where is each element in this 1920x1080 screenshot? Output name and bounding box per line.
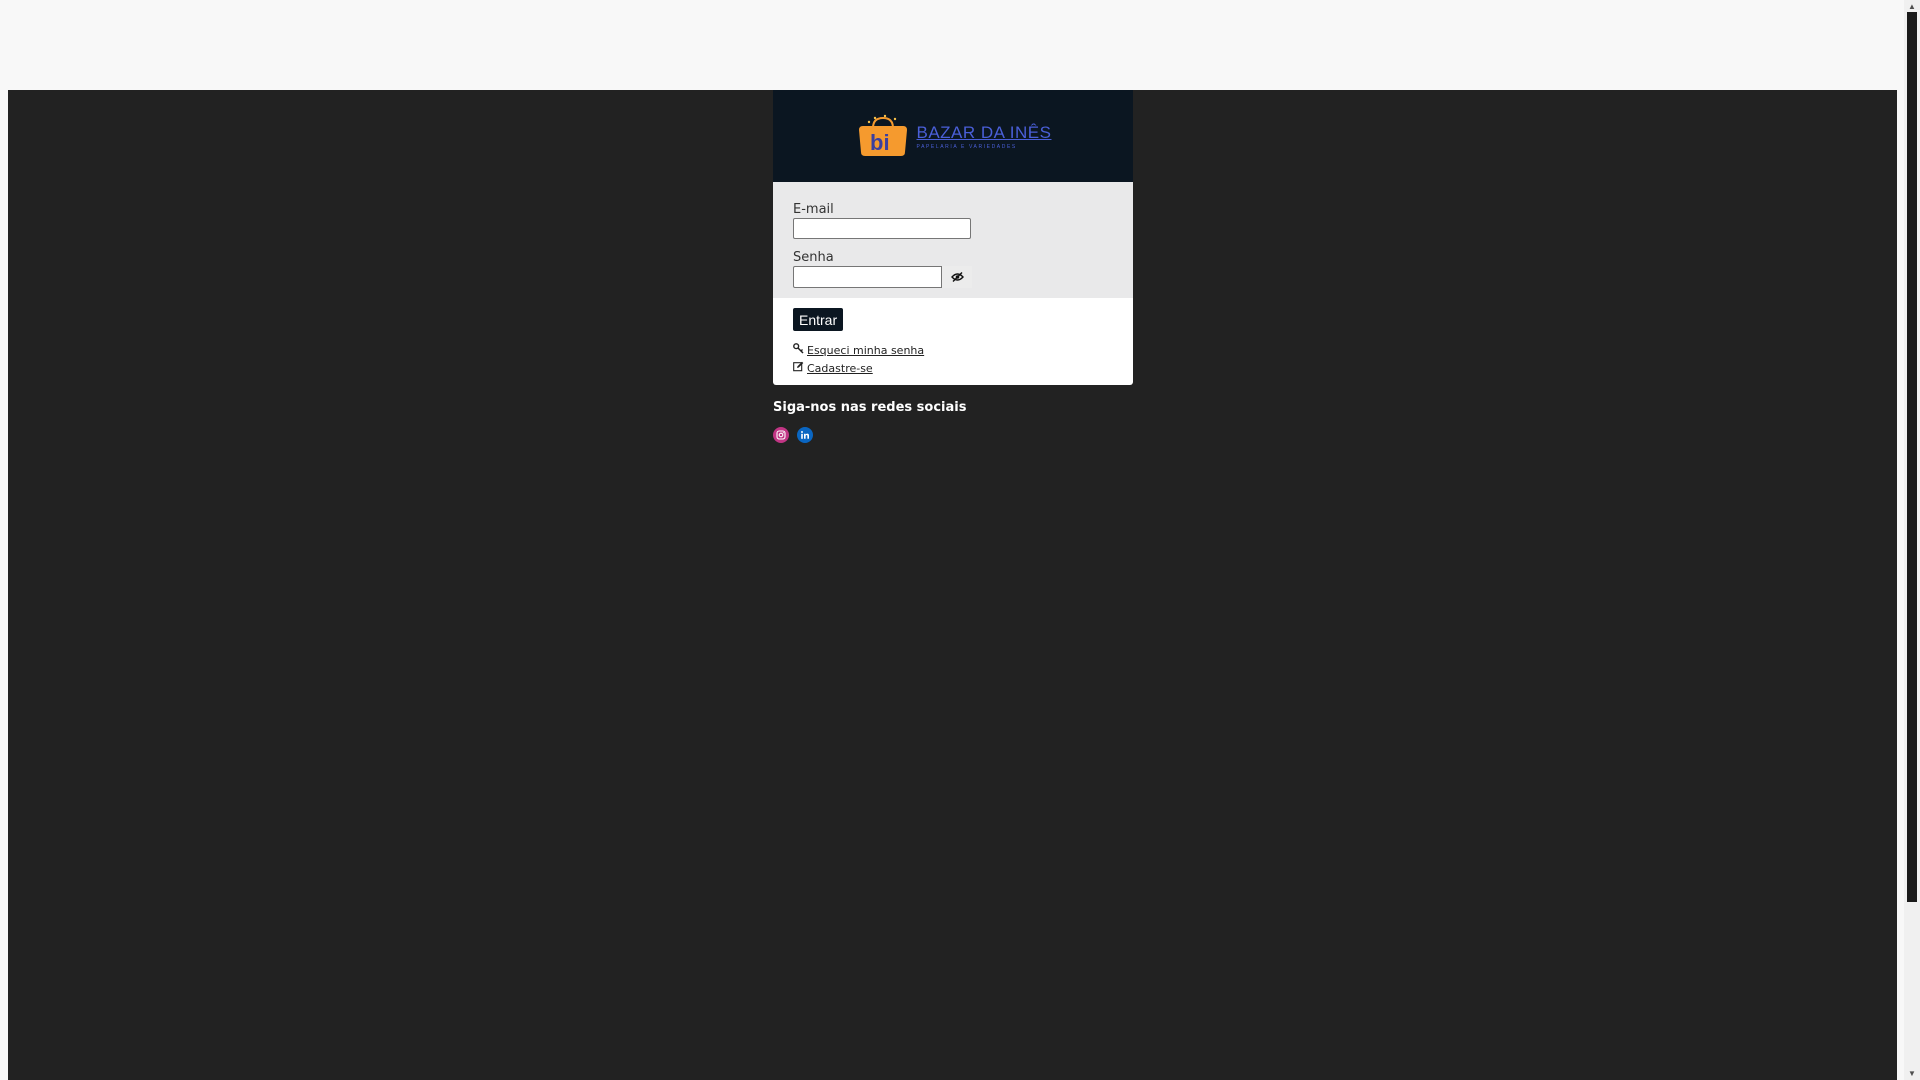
password-row <box>793 266 1113 288</box>
signup-link[interactable]: Cadastre-se <box>793 361 1113 375</box>
social-icons <box>773 427 966 443</box>
social-title: Siga-nos nas redes sociais <box>773 400 967 415</box>
svg-text:bi: bi <box>870 130 890 155</box>
password-label: Senha <box>793 250 834 265</box>
login-button[interactable]: Entrar <box>793 308 844 331</box>
scroll-down-icon[interactable]: ▼ <box>1908 1069 1916 1078</box>
signup-label: Cadastre-se <box>807 361 873 375</box>
instagram-icon[interactable] <box>773 427 789 443</box>
forgot-password-link[interactable]: Esqueci minha senha <box>793 343 1113 357</box>
email-label: E-mail <box>793 202 834 217</box>
key-icon <box>793 343 804 357</box>
forgot-password-label: Esqueci minha senha <box>807 343 925 357</box>
brand-logo: bi BAZAR DA INÊS PAPELARIA E VARIEDADES <box>855 114 1052 158</box>
scroll-thumb[interactable] <box>1907 12 1917 902</box>
logo-mark-icon: bi <box>855 114 911 158</box>
brand-text: BAZAR DA INÊS PAPELARIA E VARIEDADES <box>917 123 1052 150</box>
toggle-password-button[interactable] <box>942 266 972 288</box>
password-field[interactable] <box>793 266 942 288</box>
brand-tagline: PAPELARIA E VARIEDADES <box>916 143 1017 150</box>
page-scrollbar[interactable]: ▲ ▼ <box>1904 0 1920 1080</box>
linkedin-icon[interactable] <box>797 427 813 443</box>
login-card: bi BAZAR DA INÊS PAPELARIA E VARIEDADES … <box>773 90 1133 385</box>
login-form: E-mail Senha <box>773 182 1133 298</box>
card-header: bi BAZAR DA INÊS PAPELARIA E VARIEDADES <box>773 90 1133 182</box>
login-actions: Entrar Esqueci minha senha Cadastre-se <box>773 298 1133 385</box>
eye-slash-icon <box>950 270 964 285</box>
email-field[interactable] <box>793 218 971 239</box>
edit-icon <box>793 361 804 375</box>
scroll-up-icon[interactable]: ▲ <box>1908 2 1916 11</box>
brand-name: BAZAR DA INÊS <box>916 122 1052 142</box>
social-section: Siga-nos nas redes sociais <box>773 400 966 443</box>
top-bar <box>0 0 1904 90</box>
